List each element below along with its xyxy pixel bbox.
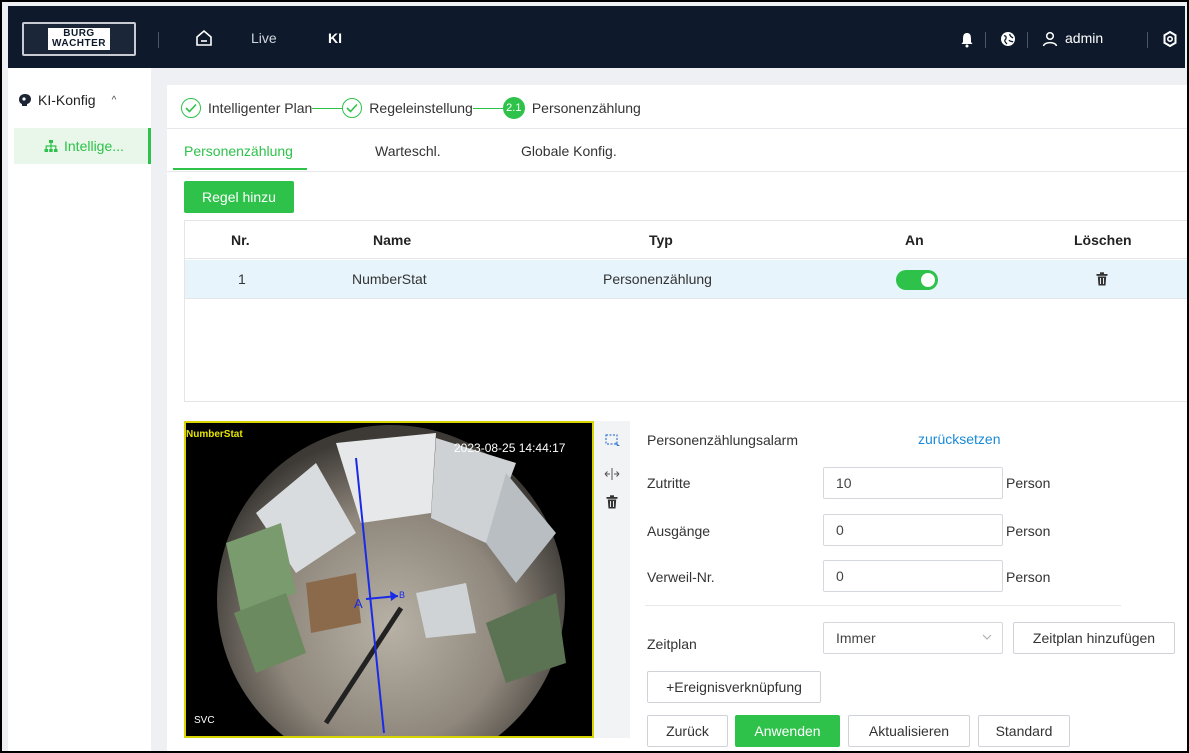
step-connector bbox=[312, 107, 343, 109]
cell-typ: Personenzählung bbox=[603, 271, 712, 287]
reset-link[interactable]: zurücksetzen bbox=[918, 431, 1000, 447]
top-navigation-bar: BURG WACHTER Live KI admin bbox=[8, 6, 1185, 68]
drawing-toolbar bbox=[594, 421, 630, 738]
line-label-a: A bbox=[354, 596, 363, 611]
cell-name: NumberStat bbox=[352, 271, 427, 287]
entries-input[interactable]: 10 bbox=[823, 467, 1003, 499]
sidebar-group-ki-konfig[interactable]: KI-Konfig ^ bbox=[18, 92, 116, 108]
bell-icon[interactable] bbox=[960, 32, 974, 48]
column-header-typ: Typ bbox=[649, 232, 673, 248]
sidebar-group-label: KI-Konfig bbox=[38, 92, 96, 108]
separator bbox=[1147, 32, 1148, 48]
tab-personenzaehlung[interactable]: Personenzählung bbox=[184, 143, 293, 159]
entries-label: Zutritte bbox=[647, 475, 691, 491]
divider bbox=[167, 171, 1187, 172]
tab-warteschlange[interactable]: Warteschl. bbox=[375, 143, 441, 159]
app-frame: BURG WACHTER Live KI admin KI-Konfig ^ I… bbox=[0, 0, 1189, 753]
step-connector bbox=[472, 107, 503, 109]
column-header-nr: Nr. bbox=[231, 232, 250, 248]
globe-icon[interactable] bbox=[1000, 31, 1016, 47]
step-label-plan[interactable]: Intelligenter Plan bbox=[208, 100, 312, 116]
user-icon[interactable] bbox=[1042, 31, 1058, 47]
separator bbox=[985, 32, 986, 48]
event-link-button[interactable]: +Ereignisverknüpfung bbox=[647, 671, 821, 703]
trash-icon[interactable] bbox=[1096, 272, 1108, 286]
trash-icon[interactable] bbox=[606, 495, 618, 509]
column-header-an: An bbox=[905, 232, 924, 248]
table-row[interactable]: 1 NumberStat Personenzählung bbox=[185, 260, 1187, 299]
line-label-b: B bbox=[399, 590, 406, 600]
separator bbox=[158, 32, 159, 48]
sidebar-item-label: Intellige... bbox=[64, 138, 124, 154]
logo-box: BURG WACHTER bbox=[47, 28, 111, 50]
exits-unit: Person bbox=[1006, 523, 1051, 539]
refresh-button[interactable]: Aktualisieren bbox=[848, 715, 970, 747]
step-progress: Intelligenter Plan Regeleinstellung 2.1 … bbox=[181, 95, 641, 121]
gear-icon[interactable] bbox=[1162, 31, 1178, 47]
draw-rule-icon[interactable] bbox=[605, 434, 621, 448]
add-rule-button[interactable]: Regel hinzu bbox=[184, 181, 294, 213]
step-done-check-icon bbox=[342, 98, 363, 118]
chevron-down-icon bbox=[982, 634, 992, 640]
brain-icon bbox=[19, 94, 31, 106]
separator bbox=[1027, 32, 1028, 48]
default-button[interactable]: Standard bbox=[978, 715, 1070, 747]
cell-nr: 1 bbox=[238, 271, 246, 287]
rules-table: Nr. Name Typ An Löschen 1 NumberStat Per… bbox=[184, 220, 1187, 402]
step-done-check-icon bbox=[181, 98, 201, 118]
chevron-up-icon: ^ bbox=[111, 94, 117, 106]
schedule-select-value: Immer bbox=[836, 630, 876, 646]
stay-unit: Person bbox=[1006, 569, 1051, 585]
network-icon bbox=[44, 140, 58, 152]
tab-globale-konfig[interactable]: Globale Konfig. bbox=[521, 143, 617, 159]
entries-unit: Person bbox=[1006, 475, 1051, 491]
rule-overlay-label: NumberStat bbox=[186, 429, 243, 440]
stay-input[interactable]: 0 bbox=[823, 560, 1003, 592]
column-header-name: Name bbox=[373, 232, 412, 248]
counting-alarm-label: Personenzählungsalarm bbox=[647, 432, 798, 448]
split-arrows-icon[interactable] bbox=[604, 468, 620, 480]
exits-label: Ausgänge bbox=[647, 523, 711, 539]
burg-waechter-logo[interactable]: BURG WACHTER bbox=[22, 22, 136, 56]
active-tab-indicator bbox=[173, 168, 307, 170]
username[interactable]: admin bbox=[1065, 30, 1103, 46]
home-icon[interactable] bbox=[194, 28, 214, 48]
video-timestamp: 2023-08-25 14:44:17 bbox=[454, 441, 566, 455]
exits-input[interactable]: 0 bbox=[823, 514, 1003, 546]
step-label-counting[interactable]: Personenzählung bbox=[532, 100, 641, 116]
step-active-badge: 2.1 bbox=[502, 97, 525, 119]
sidebar: KI-Konfig ^ Intellige... bbox=[8, 68, 151, 751]
stay-label: Verweil-Nr. bbox=[647, 569, 715, 585]
column-header-loeschen: Löschen bbox=[1074, 232, 1132, 248]
camera-preview[interactable]: NumberStat 2023-08-25 14:44:17 A B SVC bbox=[184, 421, 594, 738]
schedule-select[interactable]: Immer bbox=[823, 622, 1003, 654]
nav-live[interactable]: Live bbox=[251, 30, 277, 46]
enable-toggle[interactable] bbox=[896, 270, 938, 290]
schedule-label: Zeitplan bbox=[647, 636, 697, 652]
logo-line-2: WACHTER bbox=[51, 38, 107, 49]
add-schedule-button[interactable]: Zeitplan hinzufügen bbox=[1013, 622, 1175, 654]
table-header: Nr. Name Typ An Löschen bbox=[185, 221, 1187, 259]
nav-ki[interactable]: KI bbox=[328, 30, 342, 46]
step-label-rule[interactable]: Regeleinstellung bbox=[369, 100, 473, 116]
tab-bar: Personenzählung Warteschl. Globale Konfi… bbox=[167, 129, 1187, 171]
back-button[interactable]: Zurück bbox=[647, 715, 728, 747]
divider bbox=[645, 605, 1121, 606]
sidebar-item-intelligent[interactable]: Intellige... bbox=[14, 128, 151, 164]
main-panel: Intelligenter Plan Regeleinstellung 2.1 … bbox=[167, 85, 1187, 751]
video-corner-text: SVC bbox=[194, 715, 215, 726]
fisheye-scene bbox=[217, 425, 566, 736]
apply-button[interactable]: Anwenden bbox=[735, 715, 840, 747]
